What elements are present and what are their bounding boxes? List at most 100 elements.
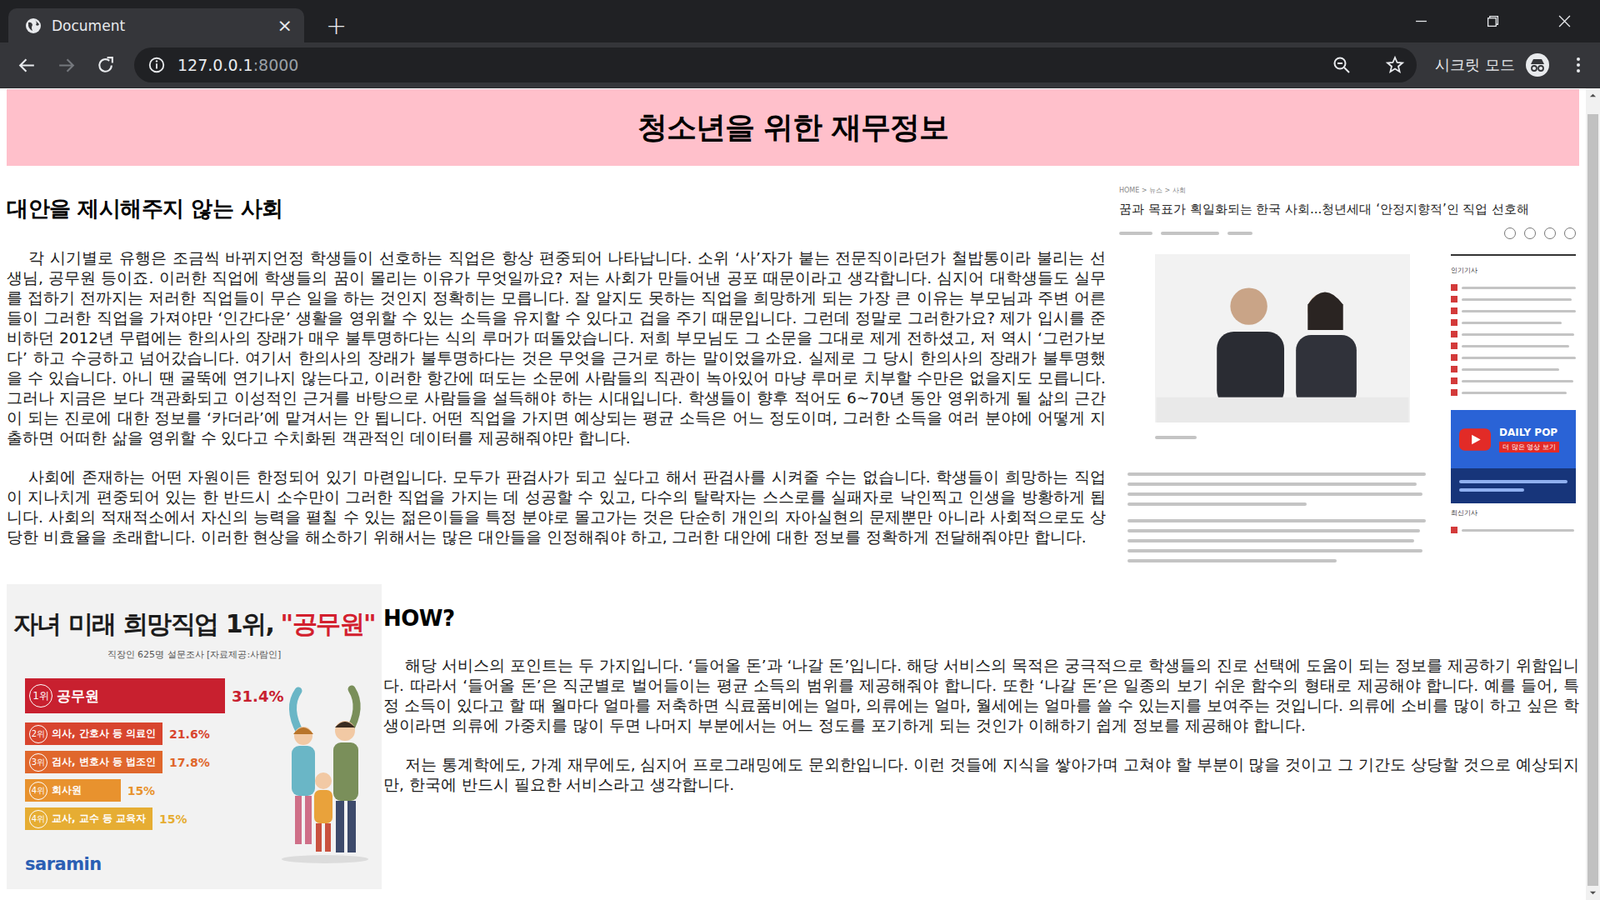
scrollbar[interactable] — [1585, 88, 1600, 900]
incognito-icon[interactable] — [1525, 52, 1550, 78]
chart-row: 4위 교사, 교수 등 교육자 15% — [25, 807, 275, 830]
close-icon — [1558, 15, 1571, 28]
saramin-logo: saramin — [25, 854, 275, 875]
news-title: 꿈과 목표가 획일화되는 한국 사회...청년세대 ‘안정지향적’인 직업 선호… — [1119, 201, 1576, 218]
globe-icon — [25, 17, 42, 35]
scroll-thumb[interactable] — [1587, 114, 1599, 886]
news-breadcrumb: HOME > 뉴스 > 사회 — [1119, 185, 1576, 195]
restore-icon — [1486, 15, 1500, 28]
intro-section: 대안을 제시해주지 않는 사회 각 시기별로 유행은 조금씩 바뀌지언정 학생들… — [6, 179, 1580, 571]
forward-arrow-icon[interactable] — [55, 55, 77, 76]
how-section: 자녀 미래 희망직업 1위,"공무원" 직장인 625명 설문조사 [자료제공:… — [6, 584, 1580, 890]
back-arrow-icon[interactable] — [16, 55, 38, 76]
tab-title: Document — [51, 17, 268, 35]
share-icon[interactable] — [1504, 227, 1516, 240]
share-icon[interactable] — [1564, 227, 1576, 240]
share-icon[interactable] — [1524, 227, 1536, 240]
intro-paragraph: 각 시기별로 유행은 조금씩 바뀌지언정 학생들이 선호하는 직업은 항상 편중… — [6, 248, 1106, 449]
chart-row: 4위 회사원 15% — [25, 779, 275, 802]
bar-label: 교사, 교수 등 교육자 — [51, 811, 146, 826]
chart-row: 3위 검사, 변호사 등 법조인 17.8% — [25, 750, 275, 774]
popular-article[interactable] — [1450, 293, 1576, 305]
up-arrow-icon — [1589, 91, 1597, 100]
intro-heading: 대안을 제시해주지 않는 사회 — [6, 194, 1106, 224]
infographic-subtitle: 직장인 625명 설문조사 [자료제공:사람인] — [6, 648, 382, 661]
star-icon[interactable] — [1385, 55, 1405, 75]
rank-badge: 4위 — [29, 781, 48, 800]
minimize-button[interactable] — [1385, 0, 1457, 43]
rank-badge: 4위 — [29, 810, 48, 829]
latest-heading: 최신기사 — [1450, 508, 1576, 518]
menu-dots-icon[interactable] — [1575, 55, 1582, 75]
info-icon[interactable] — [147, 55, 166, 75]
how-paragraph: 해당 서비스의 포인트는 두 가지입니다. ‘들어올 돈’과 ‘나갈 돈’입니다… — [383, 655, 1580, 736]
how-heading: HOW? — [383, 605, 1580, 631]
toolbar: 127.0.0.1:8000 시크릿 모드 — [0, 42, 1600, 89]
bar-value: 15% — [159, 812, 188, 826]
tab-close-button[interactable]: × — [277, 16, 293, 35]
bar-chart: 1위 공무원 31.4% 2위 의사, 간호사 등 의료인 21.6% 3위 검사,… — [25, 678, 275, 875]
bar-label: 회사원 — [51, 783, 82, 798]
page-viewport: 청소년을 위한 재무정보 대안을 제시해주지 않는 사회 각 시기별로 유행은 … — [0, 88, 1600, 900]
down-arrow-icon — [1589, 889, 1597, 897]
chart-bar: 2위 의사, 간호사 등 의료인 — [25, 722, 163, 745]
popular-article[interactable] — [1450, 351, 1576, 364]
chart-row: 1위 공무원 31.4% — [25, 678, 275, 714]
scroll-down-button[interactable] — [1585, 885, 1600, 900]
bar-value: 21.6% — [169, 727, 210, 741]
ad-title: DAILY POP — [1499, 426, 1560, 439]
share-icon[interactable] — [1544, 227, 1556, 240]
infographic-title: 자녀 미래 희망직업 1위,"공무원" — [6, 607, 382, 642]
address-bar[interactable]: 127.0.0.1:8000 — [134, 47, 1417, 83]
bar-label: 공무원 — [56, 686, 100, 706]
page-header: 청소년을 위한 재무정보 — [6, 89, 1580, 166]
rank-badge: 1위 — [29, 684, 53, 708]
chart-bar: 4위 교사, 교수 등 교육자 — [25, 807, 153, 830]
popular-article[interactable] — [1450, 363, 1576, 375]
photo-people-icon — [1155, 254, 1410, 423]
reload-icon[interactable] — [95, 55, 116, 76]
play-icon — [1459, 428, 1491, 451]
popular-article[interactable] — [1450, 305, 1576, 317]
family-illustration-icon — [275, 674, 375, 875]
browser-window: Document × + 127.0.0.1:8000 시크릿 모드 청소년을 … — [0, 0, 1600, 900]
popular-article[interactable] — [1450, 375, 1576, 387]
popular-article[interactable] — [1450, 386, 1576, 399]
url-text: 127.0.0.1:8000 — [177, 55, 299, 75]
news-meta — [1119, 227, 1576, 240]
popular-article[interactable] — [1450, 281, 1576, 294]
minimize-icon — [1415, 15, 1428, 28]
popular-heading: 인기기사 — [1450, 265, 1576, 275]
scroll-up-button[interactable] — [1585, 88, 1600, 103]
infographic: 자녀 미래 희망직업 1위,"공무원" 직장인 625명 설문조사 [자료제공:… — [6, 584, 382, 890]
browser-tab[interactable]: Document × — [8, 8, 305, 43]
bar-value: 17.8% — [169, 755, 210, 770]
intro-text: 대안을 제시해주지 않는 사회 각 시기별로 유행은 조금씩 바뀌지언정 학생들… — [6, 179, 1106, 567]
bar-value: 15% — [127, 784, 156, 798]
ad-cta: 더 많은 영상 보기 — [1499, 441, 1560, 453]
popular-article[interactable] — [1450, 340, 1576, 352]
bar-label: 의사, 간호사 등 의료인 — [51, 726, 156, 741]
tab-strip: Document × + — [0, 0, 1600, 43]
news-ad[interactable]: DAILY POP 더 많은 영상 보기 — [1450, 410, 1576, 504]
restore-button[interactable] — [1456, 0, 1529, 43]
how-text: HOW? 해당 서비스의 포인트는 두 가지입니다. ‘들어올 돈’과 ‘나갈 … — [383, 584, 1580, 815]
rank-badge: 2위 — [29, 725, 48, 744]
chart-bar: 3위 검사, 변호사 등 법조인 — [25, 750, 163, 774]
chart-bar: 1위 공무원 — [25, 678, 225, 714]
chart-row: 2위 의사, 간호사 등 의료인 21.6% — [25, 722, 275, 745]
chart-bar: 4위 회사원 — [25, 779, 121, 802]
news-screenshot: HOME > 뉴스 > 사회 꿈과 목표가 획일화되는 한국 사회...청년세대… — [1112, 179, 1580, 571]
page-title: 청소년을 위한 재무정보 — [637, 107, 949, 149]
rank-badge: 3위 — [29, 753, 48, 772]
page: 청소년을 위한 재무정보 대안을 제시해주지 않는 사회 각 시기별로 유행은 … — [0, 88, 1586, 900]
incognito-label[interactable]: 시크릿 모드 — [1435, 55, 1515, 75]
popular-article[interactable] — [1450, 328, 1576, 340]
close-window-button[interactable] — [1528, 0, 1600, 43]
how-paragraph: 저는 통계학에도, 가계 재무에도, 심지어 프로그래밍에도 문외한입니다. 이… — [383, 755, 1580, 795]
news-photo — [1155, 254, 1410, 423]
popular-article[interactable] — [1450, 316, 1576, 329]
new-tab-button[interactable]: + — [325, 8, 347, 43]
zoom-out-icon[interactable] — [1331, 55, 1352, 75]
bar-value: 31.4% — [231, 687, 284, 705]
